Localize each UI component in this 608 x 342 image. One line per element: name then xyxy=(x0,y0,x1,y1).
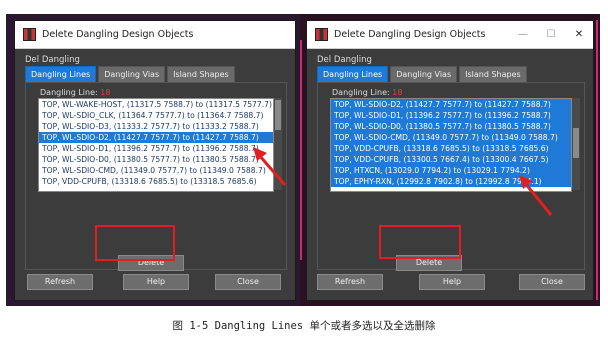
list-item-selected[interactable]: TOP, WL-SDIO-D2, (11427.7 7577.7) to (11… xyxy=(39,132,273,143)
window-controls: — ☐ ✕ xyxy=(509,29,593,40)
app-icon xyxy=(23,28,36,41)
title-bar: Delete Dangling Design Objects — ☐ ✕ xyxy=(307,21,593,49)
list-item-selected[interactable]: TOP, VDD-CPUFB, (13318.6 7685.5) to (133… xyxy=(331,143,571,154)
list-item[interactable]: TOP, WL-SDIO-D1, (11396.2 7577.7) to (11… xyxy=(39,143,273,154)
list-item[interactable]: TOP, WL-WAKE-HOST, (11317.5 7588.7) to (… xyxy=(39,99,273,110)
tab-island-shapes[interactable]: Island Shapes xyxy=(459,66,527,82)
section-label: Del Dangling xyxy=(25,55,80,65)
refresh-button[interactable]: Refresh xyxy=(27,274,93,290)
tab-island-shapes[interactable]: Island Shapes xyxy=(167,66,235,82)
tab-dangling-vias[interactable]: Dangling Vias xyxy=(98,66,166,82)
list-item-selected[interactable]: TOP, WL-SDIO-D2, (11427.7 7577.7) to (11… xyxy=(331,99,571,110)
delete-dangling-dialog-right: Delete Dangling Design Objects — ☐ ✕ Del… xyxy=(306,20,594,301)
count-badge: 18 xyxy=(392,88,403,97)
highlight-box xyxy=(95,225,175,261)
app-icon xyxy=(315,28,328,41)
list-item[interactable]: TOP, WL-SDIO-CMD, (11349.0 7577.7) to (1… xyxy=(39,165,273,176)
title-bar: Delete Dangling Design Objects xyxy=(15,21,295,49)
highlight-box xyxy=(379,225,461,259)
refresh-button[interactable]: Refresh xyxy=(317,274,383,290)
list-item[interactable]: TOP, WL-SDIO_CLK, (11364.7 7577.7) to (1… xyxy=(39,110,273,121)
delete-dangling-dialog-left: Delete Dangling Design Objects Del Dangl… xyxy=(14,20,296,301)
list-label: Dangling Line: 18 xyxy=(40,88,110,97)
dangling-lines-list[interactable]: TOP, WL-WAKE-HOST, (11317.5 7588.7) to (… xyxy=(38,98,274,192)
red-arrow-icon xyxy=(519,175,553,216)
list-item[interactable]: TOP, VDD-CPUFB, (13318.6 7685.5) to (133… xyxy=(39,176,273,187)
dialog-title: Delete Dangling Design Objects xyxy=(334,29,486,40)
list-item[interactable]: TOP, WL-SDIO-D3, (11333.2 7577.7) to (11… xyxy=(39,121,273,132)
list-label-text: Dangling Line: xyxy=(40,88,98,97)
close-icon[interactable]: ✕ xyxy=(565,29,593,40)
dialog-title: Delete Dangling Design Objects xyxy=(42,29,194,40)
section-label: Del Dangling xyxy=(317,55,372,65)
tab-dangling-lines[interactable]: Dangling Lines xyxy=(317,66,389,82)
list-item-selected[interactable]: TOP, WL-SDIO-D0, (11380.5 7577.7) to (11… xyxy=(331,121,571,132)
pcb-trace xyxy=(300,40,302,260)
close-button[interactable]: Close xyxy=(519,274,585,290)
count-badge: 18 xyxy=(100,88,111,97)
list-scrollbar[interactable] xyxy=(572,98,580,190)
help-button[interactable]: Help xyxy=(123,274,189,290)
tab-bar: Dangling Lines Dangling Vias Island Shap… xyxy=(317,66,527,82)
close-button[interactable]: Close xyxy=(215,274,281,290)
list-item[interactable]: TOP, WL-SDIO-D0, (11380.5 7577.7) to (11… xyxy=(39,154,273,165)
figure-caption: 图 1-5 Dangling Lines 单个或者多选以及全选删除 xyxy=(172,320,436,332)
tab-dangling-vias[interactable]: Dangling Vias xyxy=(390,66,458,82)
red-arrow-icon xyxy=(253,147,287,186)
help-button[interactable]: Help xyxy=(419,274,485,290)
list-item-selected[interactable]: TOP, WL-SDIO-CMD, (11349.0 7577.7) to (1… xyxy=(331,132,571,143)
scrollbar-thumb[interactable] xyxy=(573,128,579,158)
tab-dangling-lines[interactable]: Dangling Lines xyxy=(25,66,97,82)
maximize-icon[interactable]: ☐ xyxy=(537,29,565,40)
tab-bar: Dangling Lines Dangling Vias Island Shap… xyxy=(25,66,235,82)
list-label-text: Dangling Line: xyxy=(332,88,390,97)
scrollbar-thumb[interactable] xyxy=(275,100,281,130)
pcb-trace xyxy=(596,20,598,300)
minimize-icon[interactable]: — xyxy=(509,29,537,40)
list-label: Dangling Line: 18 xyxy=(332,88,402,97)
list-item-selected[interactable]: TOP, VDD-CPUFB, (13300.5 7667.4) to (133… xyxy=(331,154,571,165)
list-item-selected[interactable]: TOP, WL-SDIO-D1, (11396.2 7577.7) to (11… xyxy=(331,110,571,121)
